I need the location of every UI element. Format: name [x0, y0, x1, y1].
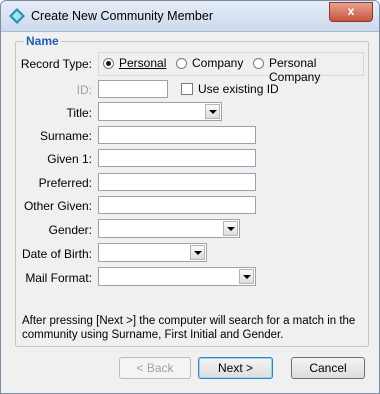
preferred-label: Preferred:: [38, 176, 92, 190]
radio-personal-company[interactable]: [253, 58, 264, 69]
given1-input[interactable]: [98, 149, 256, 167]
dob-label: Date of Birth:: [21, 247, 92, 261]
group-legend: Name: [24, 34, 61, 48]
chevron-down-icon[interactable]: [223, 221, 238, 236]
surname-input[interactable]: [98, 126, 256, 144]
name-group: Name Record Type: Personal Company Perso…: [15, 34, 369, 347]
dob-picker[interactable]: [98, 243, 207, 262]
preferred-input[interactable]: [98, 173, 256, 191]
gender-combo[interactable]: [98, 219, 240, 238]
radio-company[interactable]: [176, 58, 187, 69]
info-text: After pressing [Next >] the computer wil…: [22, 315, 356, 341]
id-field[interactable]: [98, 80, 168, 98]
surname-label: Surname:: [39, 129, 92, 143]
mail-format-label: Mail Format:: [25, 271, 92, 285]
record-type-group: Personal Company Personal Company: [98, 52, 364, 84]
next-button[interactable]: Next >: [198, 357, 273, 379]
close-icon: x: [347, 4, 355, 18]
title-combo[interactable]: [98, 102, 222, 121]
use-existing-id-label[interactable]: Use existing ID: [198, 82, 279, 96]
record-type-label: Record Type:: [20, 57, 92, 71]
other-given-input[interactable]: [98, 196, 256, 214]
chevron-down-icon[interactable]: [205, 104, 220, 119]
radio-personal-company-label[interactable]: Personal Company: [269, 56, 363, 84]
title-bar[interactable]: Create New Community Member x: [1, 1, 379, 32]
radio-company-label[interactable]: Company: [192, 56, 243, 70]
title-label: Title:: [66, 106, 92, 120]
given1-label: Given 1:: [47, 152, 92, 166]
cancel-button[interactable]: Cancel: [291, 357, 365, 379]
use-existing-id-checkbox[interactable]: [181, 83, 193, 95]
radio-personal-label[interactable]: Personal: [119, 56, 166, 70]
back-button[interactable]: < Back: [119, 357, 191, 379]
window-title: Create New Community Member: [31, 9, 213, 23]
chevron-down-icon[interactable]: [239, 269, 254, 284]
diamond-app-icon: [9, 8, 25, 24]
dialog-window: Create New Community Member x Name Recor…: [0, 0, 380, 394]
other-given-label: Other Given:: [23, 199, 92, 213]
mail-format-combo[interactable]: [98, 267, 256, 286]
radio-personal[interactable]: [103, 58, 114, 69]
chevron-down-icon[interactable]: [190, 245, 205, 260]
dialog-client: Name Record Type: Personal Company Perso…: [5, 32, 373, 386]
gender-label: Gender:: [48, 223, 92, 237]
close-button[interactable]: x: [329, 2, 373, 22]
id-label: ID:: [76, 83, 92, 97]
